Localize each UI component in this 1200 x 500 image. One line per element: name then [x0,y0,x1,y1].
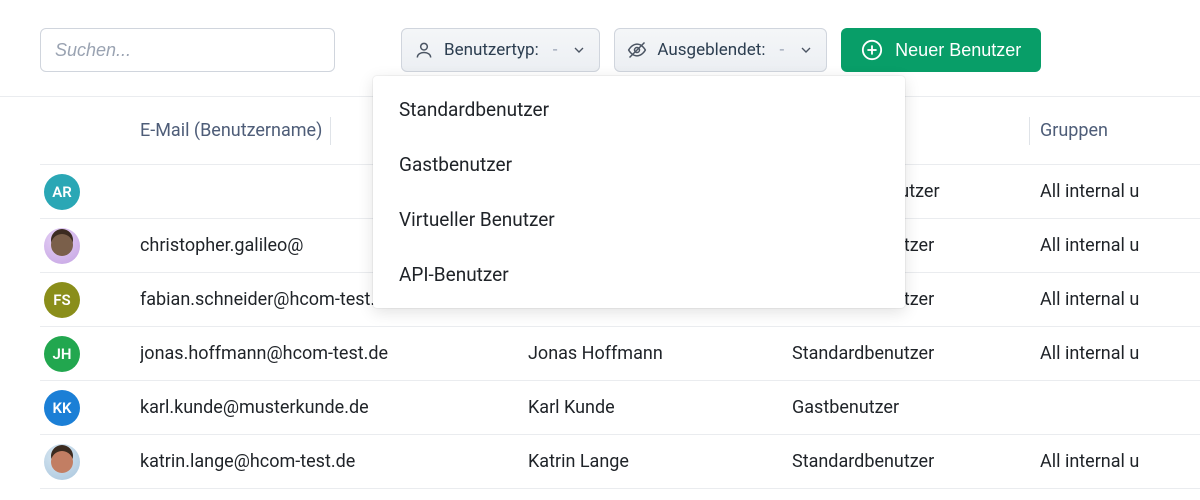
filter-hidden[interactable]: Ausgeblendet: - [614,28,827,72]
avatar: AR [44,174,80,210]
usertype-dropdown: Standardbenutzer Gastbenutzer Virtueller… [373,76,905,308]
cell-usertype: Standardbenutzer [792,451,1040,472]
dropdown-item[interactable]: Virtueller Benutzer [373,192,905,247]
cell-usertype: Gastbenutzer [792,397,1040,418]
avatar: KK [44,390,80,426]
cell-groups: All internal u [1040,235,1200,256]
cell-groups: All internal u [1040,343,1200,364]
avatar: FS [44,282,80,318]
filter-usertype[interactable]: Benutzertyp: - [401,28,600,72]
chevron-down-icon [798,42,814,58]
cell-groups: All internal u [1040,289,1200,310]
new-user-button[interactable]: Neuer Benutzer [841,28,1041,72]
filter-usertype-value: - [553,40,558,60]
toolbar: Benutzertyp: - Ausgeblendet: - Neuer Ben… [0,0,1200,97]
cell-usertype: Standardbenutzer [792,343,1040,364]
search-input[interactable] [40,28,335,72]
dropdown-item[interactable]: API-Benutzer [373,247,905,302]
cell-name: Karl Kunde [528,397,792,418]
avatar: JH [44,336,80,372]
cell-groups: All internal u [1040,181,1200,202]
table-row[interactable]: KK karl.kunde@musterkunde.deKarl KundeGas… [40,381,1200,435]
cell-email: karl.kunde@musterkunde.de [140,397,528,418]
avatar [44,228,80,264]
filter-hidden-label: Ausgeblendet: [657,40,765,60]
table-row[interactable]: katrin.lange@hcom-test.deKatrin LangeSta… [40,435,1200,489]
dropdown-item[interactable]: Standardbenutzer [373,82,905,137]
table-row[interactable]: JH jonas.hoffmann@hcom-test.deJonas Hoffm… [40,327,1200,381]
col-email-header[interactable]: E-Mail (Benutzername) [140,120,322,141]
cell-groups: All internal u [1040,451,1200,472]
cell-email: katrin.lange@hcom-test.de [140,451,528,472]
avatar [44,444,80,480]
filter-hidden-value: - [779,40,784,60]
person-icon [414,40,434,60]
plus-circle-icon [861,39,883,61]
dropdown-item[interactable]: Gastbenutzer [373,137,905,192]
cell-email: jonas.hoffmann@hcom-test.de [140,343,528,364]
cell-name: Jonas Hoffmann [528,343,792,364]
cell-name: Katrin Lange [528,451,792,472]
filter-usertype-label: Benutzertyp: [444,40,539,60]
new-user-label: Neuer Benutzer [895,40,1021,61]
chevron-down-icon [571,42,587,58]
col-groups-header[interactable]: Gruppen [1040,120,1108,141]
eye-off-icon [627,40,647,60]
